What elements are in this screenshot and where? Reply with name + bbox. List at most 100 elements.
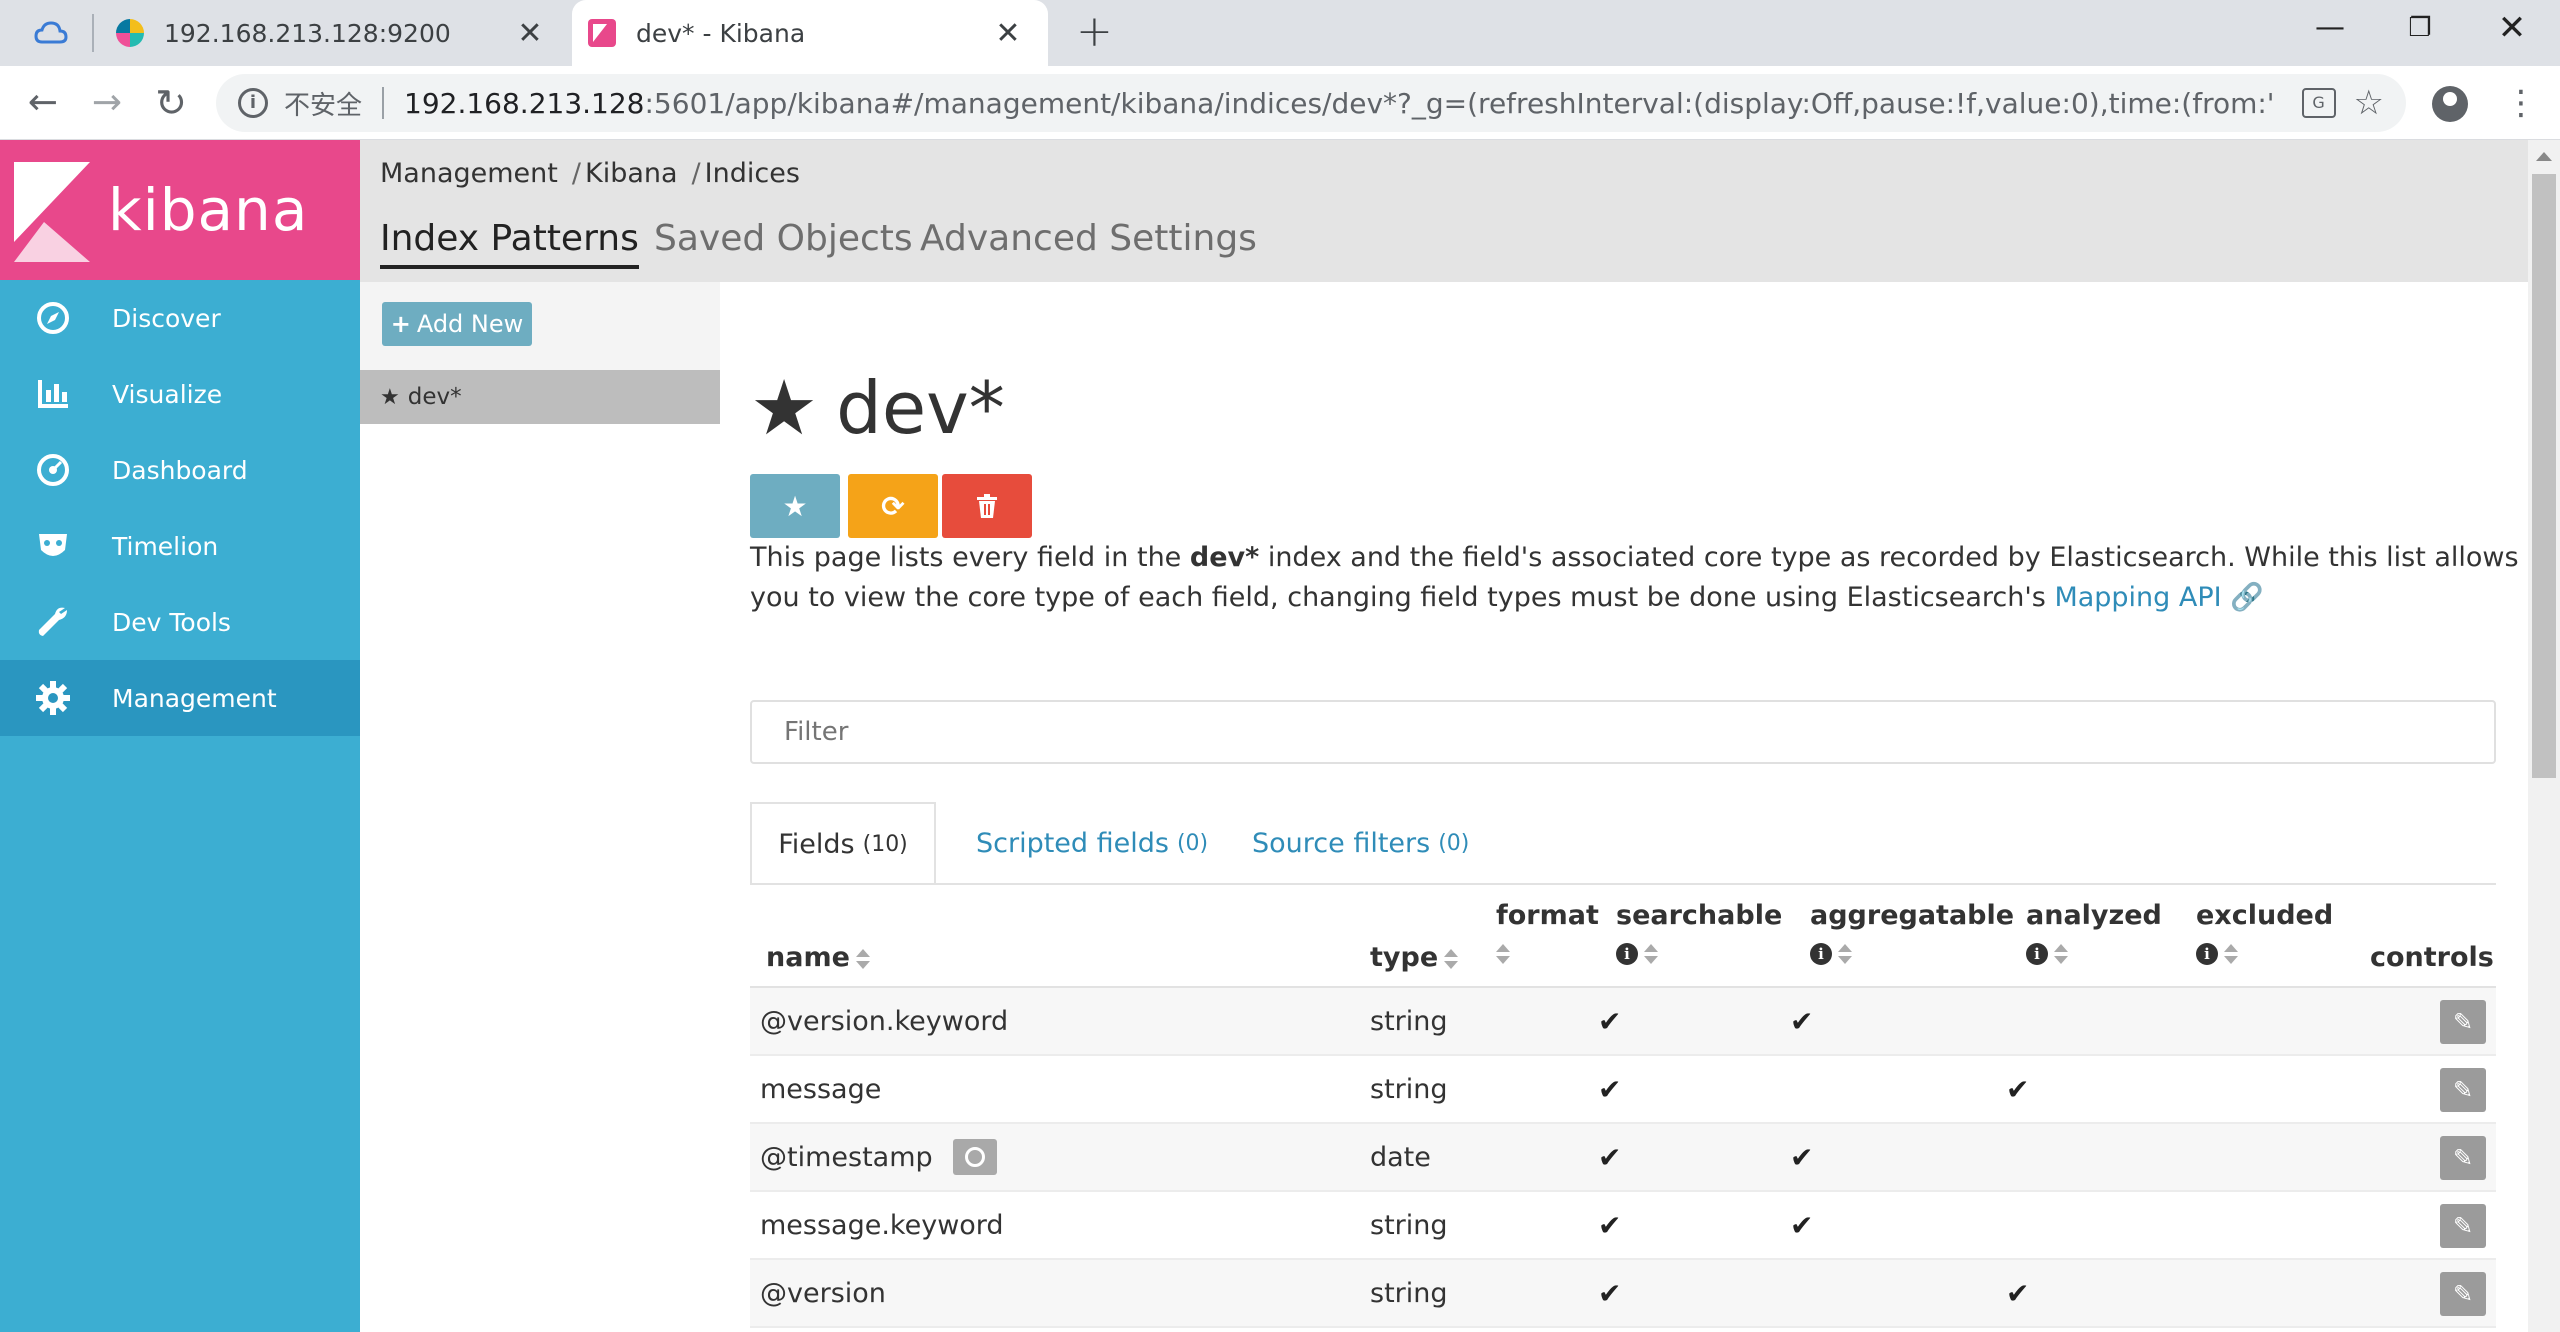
column-header-analyzed[interactable]: analyzed i [2026,900,2162,968]
set-default-index-button[interactable]: ★ [750,474,840,538]
reload-icon[interactable]: ↻ [148,80,194,126]
column-header-label: type [1370,942,1439,973]
link-icon: 🔗 [2230,582,2264,613]
field-filter-input[interactable] [750,700,2496,764]
info-icon[interactable]: i [2196,942,2218,965]
browser-menu-icon[interactable]: ⋮ [2504,80,2538,126]
analyzed-check-icon: ✔ [2006,1276,2030,1310]
close-tab-icon[interactable]: ✕ [510,16,550,51]
tab-fields[interactable]: Fields (10) [750,802,936,884]
close-tab-icon[interactable]: ✕ [988,16,1028,51]
sidebar-item-discover[interactable]: Discover [0,280,360,356]
edit-field-button[interactable]: ✎ [2440,1068,2486,1112]
sidebar-item-timelion[interactable]: Timelion [0,508,360,584]
delete-index-pattern-button[interactable] [942,474,1032,538]
minimize-window-icon[interactable]: — [2300,8,2360,48]
translate-icon[interactable]: G [2301,88,2336,118]
index-pattern-label: dev* [407,384,462,410]
edit-field-button[interactable]: ✎ [2440,1136,2486,1180]
column-header-name[interactable]: name [766,942,870,973]
field-name: @timestamp [760,1141,933,1173]
kibana-logo[interactable]: kibana [0,140,360,280]
sidebar-item-dashboard[interactable]: Dashboard [0,432,360,508]
info-icon[interactable]: i [238,88,268,118]
browser-tab-elasticsearch[interactable]: 192.168.213.128:9200 ✕ [100,0,570,66]
column-header-type[interactable]: type [1370,942,1459,973]
tab-label: Source filters [1252,827,1431,859]
searchable-check-icon: ✔ [1598,1004,1622,1038]
sort-icon[interactable] [2224,943,2238,964]
column-header-label: format [1496,900,1599,931]
info-icon[interactable]: i [2026,942,2048,965]
close-window-icon[interactable]: ✕ [2482,8,2542,48]
url-text[interactable]: 192.168.213.128:5601/app/kibana#/managem… [404,87,2272,120]
index-description: This page lists every field in the dev* … [750,538,2530,618]
column-header-format[interactable]: format [1496,900,1599,968]
restore-window-icon[interactable]: ❐ [2390,8,2450,48]
field-name: message [760,1073,882,1105]
index-pattern-item-dev[interactable]: ★ dev* [360,370,720,424]
column-header-excluded[interactable]: excluded i [2196,900,2333,968]
sidebar-item-label: Dashboard [112,455,248,485]
edit-field-button[interactable]: ✎ [2440,1272,2486,1316]
column-header-searchable[interactable]: searchable i [1616,900,1782,968]
refresh-fields-button[interactable]: ⟳ [848,474,938,538]
sort-icon[interactable] [855,948,870,969]
profile-avatar-icon[interactable] [2432,86,2468,122]
sidebar-item-visualize[interactable]: Visualize [0,356,360,432]
searchable-check-icon: ✔ [1598,1208,1622,1242]
sort-icon[interactable] [1838,943,1852,964]
field-name: @version.keyword [760,1005,1009,1037]
breadcrumb-management[interactable]: Management [380,158,558,189]
breadcrumb-kibana[interactable]: Kibana [585,158,678,189]
breadcrumb-indices: Indices [704,158,800,189]
sort-icon[interactable] [1444,948,1459,969]
pencil-icon: ✎ [2452,1212,2474,1240]
management-header: Management / Kibana / Indices Index Patterns… [360,140,2528,282]
new-tab-button[interactable]: + [1076,10,1113,54]
column-header-label: analyzed [2026,900,2162,931]
field-name: @version [760,1277,886,1309]
tab-label: Fields [778,828,855,860]
tab-title: dev* - Kibana [636,18,806,48]
forward-arrow-icon[interactable]: → [84,80,130,126]
timelion-icon [34,527,72,565]
scrollbar-thumb[interactable] [2532,174,2556,778]
index-title-row: ★ dev* [750,368,1005,449]
address-bar[interactable]: i 不安全 192.168.213.128:5601/app/kibana#/m… [216,74,2406,132]
refresh-icon: ⟳ [881,489,905,523]
add-new-index-pattern-button[interactable]: + Add New [382,302,532,346]
tab-index-patterns[interactable]: Index Patterns [380,218,639,269]
scroll-up-arrow-icon[interactable] [2536,152,2552,161]
sort-icon[interactable] [1496,943,1510,964]
sidebar-item-management[interactable]: Management [0,660,360,736]
sort-icon[interactable] [1644,943,1658,964]
cloud-icon[interactable] [34,18,68,48]
sort-icon[interactable] [2054,943,2068,964]
breadcrumb: Management / Kibana / Indices [380,158,804,189]
sidebar-item-label: Management [112,683,277,713]
table-row: message string ✔ ✔ ✎ [750,1056,2496,1124]
edit-field-button[interactable]: ✎ [2440,1204,2486,1248]
bookmark-star-icon[interactable]: ☆ [2354,83,2384,123]
sidebar-item-dev-tools[interactable]: Dev Tools [0,584,360,660]
address-separator [382,87,385,119]
breadcrumb-separator: / [571,158,581,189]
tab-source-filters[interactable]: Source filters (0) [1252,802,1469,884]
browser-tab-kibana[interactable]: dev* - Kibana ✕ [572,0,1048,66]
tab-scripted-fields[interactable]: Scripted fields (0) [976,802,1208,884]
url-host: 192.168.213.128 [404,86,645,120]
column-header-aggregatable[interactable]: aggregatable i [1810,900,2014,968]
table-row: @version.keyword string ✔ ✔ ✎ [750,988,2496,1056]
column-header-label: excluded [2196,900,2334,931]
info-icon[interactable]: i [1810,942,1832,965]
info-icon[interactable]: i [1616,942,1638,965]
insecure-label[interactable]: 不安全 [284,85,362,122]
mapping-api-link[interactable]: Mapping API 🔗 [2054,582,2263,613]
back-arrow-icon[interactable]: ← [20,80,66,126]
pencil-icon: ✎ [2452,1144,2474,1172]
edit-field-button[interactable]: ✎ [2440,1000,2486,1044]
sidebar-item-label: Timelion [112,531,219,561]
tab-saved-objects[interactable]: Saved Objects [654,218,913,259]
tab-advanced-settings[interactable]: Advanced Settings [920,218,1257,259]
